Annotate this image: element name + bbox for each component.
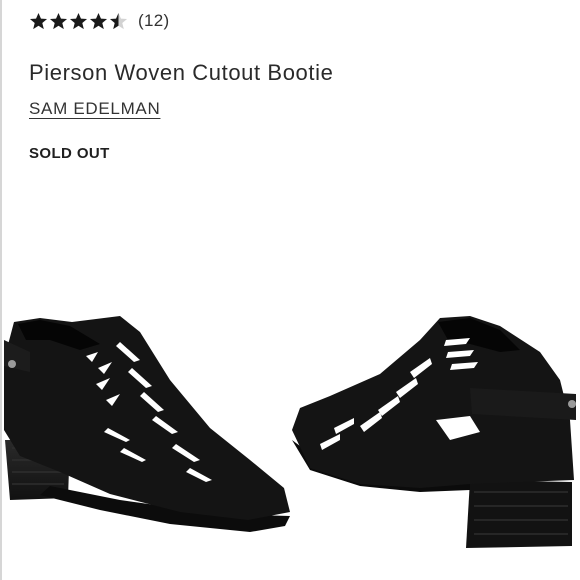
left-boot <box>4 316 290 532</box>
star-rating <box>29 12 128 31</box>
star-icon <box>29 12 48 29</box>
star-icon <box>109 12 128 29</box>
star-icon <box>69 12 88 29</box>
product-title: Pierson Woven Cutout Bootie <box>29 60 334 85</box>
product-image[interactable] <box>0 300 580 580</box>
brand-link[interactable]: SAM EDELMAN <box>29 99 160 119</box>
star-icon <box>89 12 108 29</box>
review-count[interactable]: (12) <box>138 11 169 31</box>
sold-out-label: SOLD OUT <box>29 145 110 162</box>
right-boot <box>292 316 576 548</box>
rating-summary[interactable]: (12) <box>29 11 169 31</box>
star-icon <box>49 12 68 29</box>
